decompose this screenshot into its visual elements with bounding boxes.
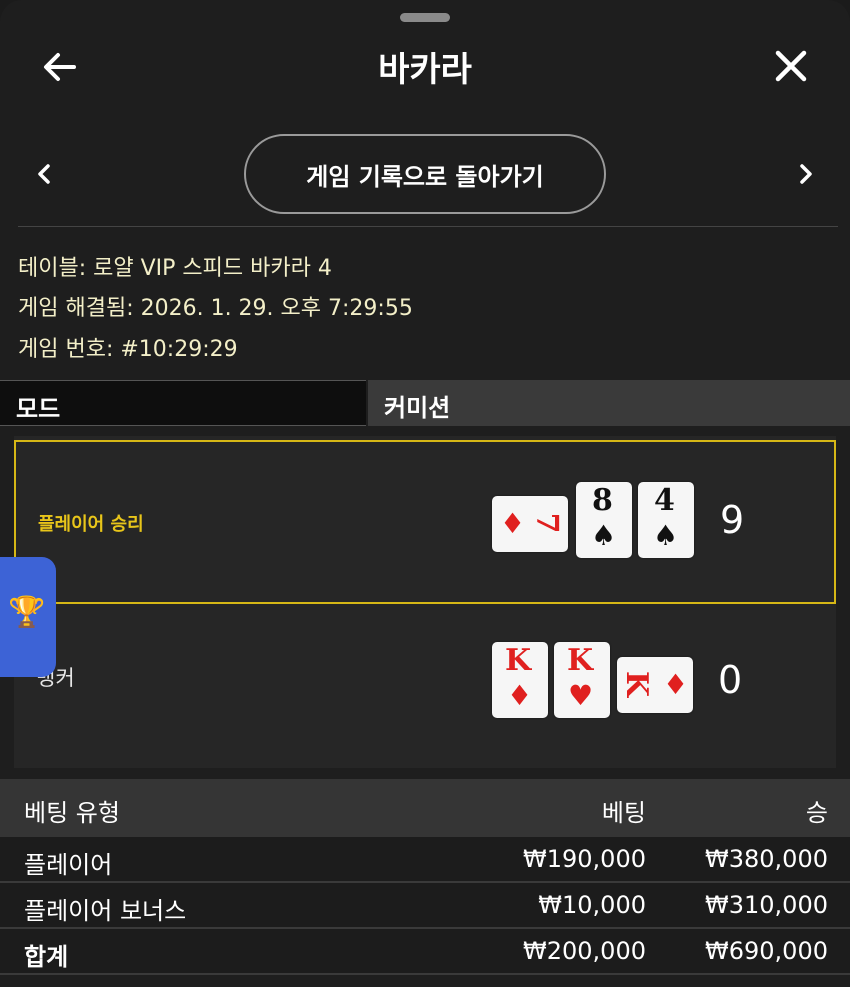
win-amount: ₩380,000	[705, 845, 828, 873]
total-bet-amount: ₩200,000	[523, 937, 646, 965]
resolved-time-info: 게임 해결됨: 2026. 1. 29. 오후 7:29:55	[18, 296, 413, 321]
spade-suit-icon: ♠	[653, 519, 679, 552]
player-total: 9	[720, 498, 745, 542]
mode-row: 모드 커미션	[0, 380, 850, 426]
bet-amount: ₩10,000	[538, 891, 646, 919]
heart-suit-icon: ♥	[568, 679, 594, 712]
total-label: 합계	[24, 943, 69, 971]
playing-card: 4 ♠	[638, 482, 694, 558]
previous-game-button[interactable]	[26, 154, 62, 194]
result-panel: 플레이어 승리 ♦ 7 8 ♠ 4 ♠ 9 뱅커 K ♦ K ♥ K ♦ 0	[14, 436, 836, 768]
bet-amount: ₩190,000	[523, 845, 646, 873]
card-rank: K	[567, 643, 594, 678]
page-title: 바카라	[378, 50, 472, 90]
table-row: 플레이어 보너스 ₩10,000 ₩310,000	[0, 883, 850, 929]
next-game-button[interactable]	[788, 154, 824, 194]
banker-total: 0	[718, 658, 743, 702]
bet-type: 플레이어 보너스	[24, 897, 187, 925]
divider	[18, 226, 838, 227]
bet-type-header: 베팅 유형	[24, 799, 120, 827]
header: 바카라	[0, 30, 850, 102]
playing-card: K ♦	[617, 657, 693, 713]
card-rank: K	[505, 643, 532, 678]
playing-card: K ♥	[554, 642, 610, 718]
chevron-left-icon	[38, 164, 50, 184]
leaderboard-tab[interactable]: 🏆	[0, 557, 56, 677]
game-detail-sheet: 바카라 게임 기록으로 돌아가기 테이블: 로얄 VIP 스피드 바카라 4 게…	[0, 0, 850, 987]
card-rank: 8	[592, 483, 613, 518]
bet-type: 플레이어	[24, 851, 113, 879]
win-amount-header: 승	[805, 799, 828, 827]
mode-label: 모드	[0, 380, 366, 426]
card-rank: 7	[529, 512, 565, 534]
trophy-icon: 🏆	[8, 595, 46, 630]
diamond-suit-icon: ♦	[663, 668, 689, 701]
card-rank: 4	[654, 483, 675, 518]
bet-table: 베팅 유형 베팅 승 플레이어 ₩190,000 ₩380,000 플레이어 보…	[0, 779, 850, 975]
back-to-history-button[interactable]: 게임 기록으로 돌아가기	[244, 134, 606, 214]
win-amount: ₩310,000	[705, 891, 828, 919]
chevron-right-icon	[800, 164, 812, 184]
playing-card: ♦ 7	[492, 496, 568, 552]
close-icon	[775, 50, 807, 82]
total-win-amount: ₩690,000	[705, 937, 828, 965]
sheet-grabber[interactable]	[400, 13, 450, 22]
player-result-row: 플레이어 승리 ♦ 7 8 ♠ 4 ♠ 9	[14, 440, 836, 604]
playing-card: 8 ♠	[576, 482, 632, 558]
card-rank: K	[619, 670, 655, 698]
diamond-suit-icon: ♦	[500, 507, 526, 540]
bet-amount-header: 베팅	[601, 799, 646, 827]
commission-value: 커미션	[368, 380, 850, 426]
playing-card: K ♦	[492, 642, 548, 718]
table-info: 테이블: 로얄 VIP 스피드 바카라 4	[18, 256, 332, 281]
spade-suit-icon: ♠	[591, 519, 617, 552]
total-row: 합계 ₩200,000 ₩690,000	[0, 929, 850, 975]
table-row: 플레이어 ₩190,000 ₩380,000	[0, 837, 850, 883]
game-number-info: 게임 번호: #10:29:29	[18, 337, 238, 362]
close-button[interactable]	[770, 45, 812, 87]
player-win-label: 플레이어 승리	[38, 514, 144, 535]
game-navigation: 게임 기록으로 돌아가기	[0, 132, 850, 216]
table-header: 베팅 유형 베팅 승	[0, 779, 850, 837]
diamond-suit-icon: ♦	[507, 679, 533, 712]
